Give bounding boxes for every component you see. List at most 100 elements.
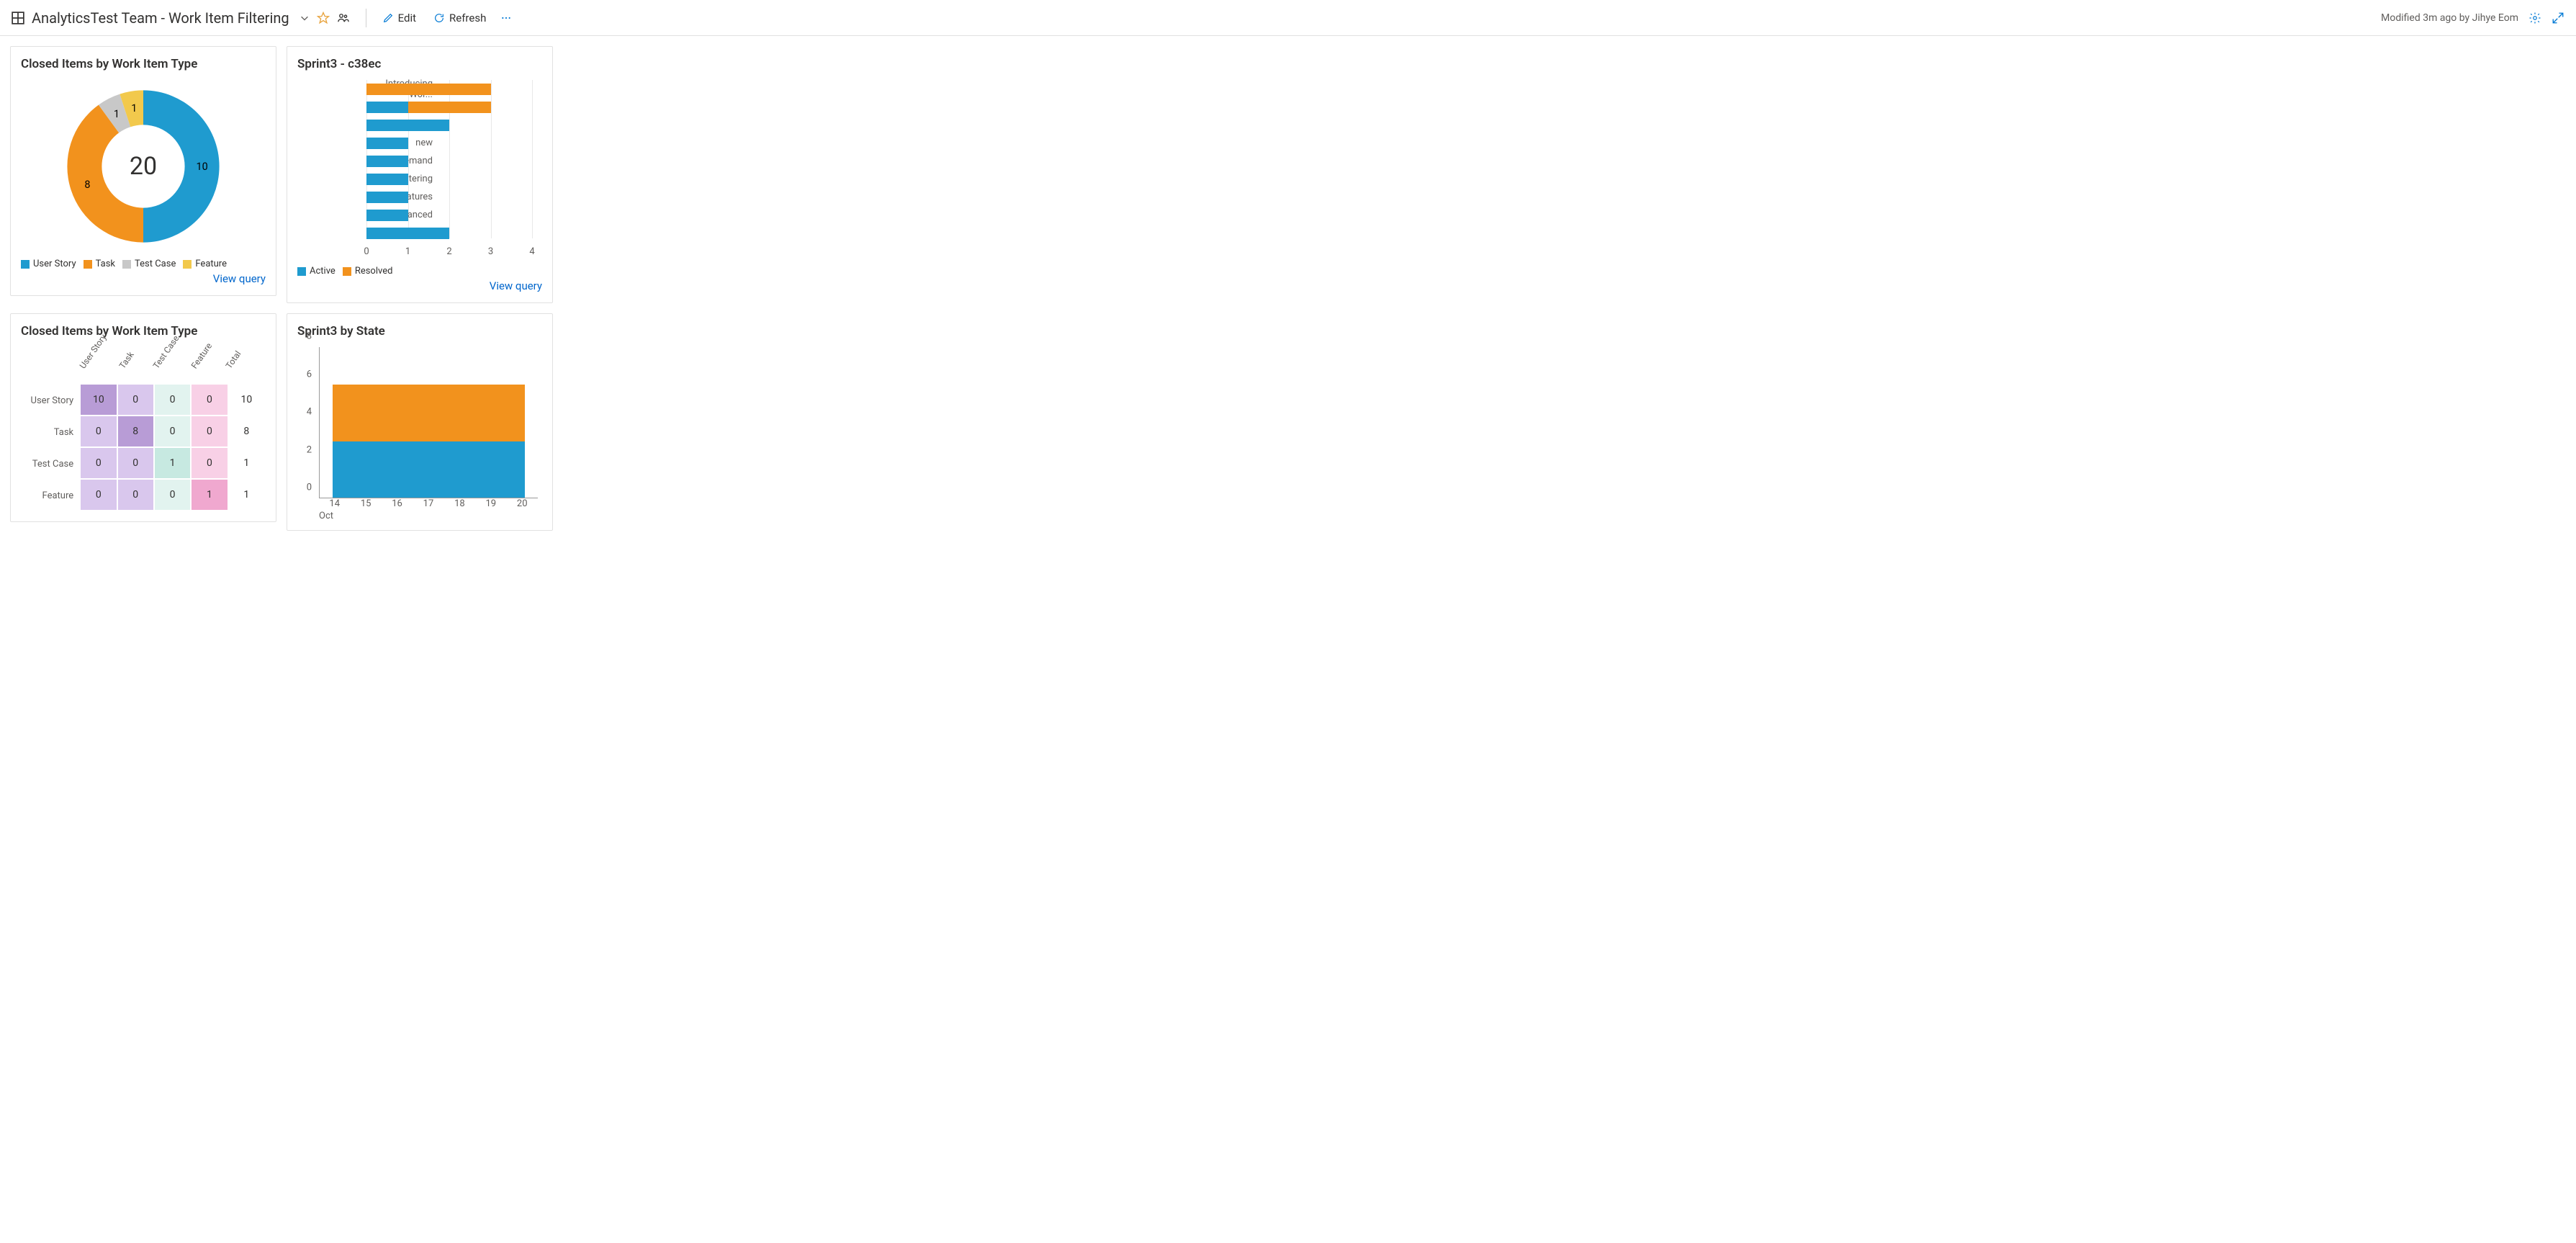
area-xtick: 20 <box>507 498 538 520</box>
hbar-track <box>366 174 542 185</box>
favorite-star-icon[interactable] <box>317 12 330 24</box>
legend-label: Test Case <box>135 259 176 269</box>
table-row: User Story1000010 <box>21 385 266 416</box>
pivot-cell[interactable]: 0 <box>192 448 228 480</box>
pivot-cell[interactable]: 1 <box>155 448 192 480</box>
legend-label: User Story <box>33 259 76 269</box>
hbar-xtick: 4 <box>529 246 534 257</box>
hbar-track <box>366 228 542 239</box>
hbar-segment-resolved[interactable] <box>408 102 491 113</box>
hbar-track <box>366 210 542 221</box>
donut-total: 20 <box>130 152 157 181</box>
hbar-segment-active[interactable] <box>366 156 408 167</box>
edit-icon <box>382 12 394 24</box>
legend-item[interactable]: Active <box>297 266 335 277</box>
pivot-row-label: Feature <box>21 480 81 511</box>
settings-icon[interactable] <box>2528 12 2541 24</box>
pivot-cell[interactable]: 0 <box>155 416 192 448</box>
pivot-cell[interactable]: 0 <box>118 480 155 511</box>
refresh-button[interactable]: Refresh <box>433 12 486 24</box>
edit-button[interactable]: Edit <box>382 12 416 24</box>
pivot-cell[interactable]: 0 <box>155 385 192 416</box>
topbar: AnalyticsTest Team - Work Item Filtering… <box>0 0 2576 36</box>
hbar-segment-active[interactable] <box>366 120 449 131</box>
area-ytick: 8 <box>307 331 312 342</box>
legend-item[interactable]: Feature <box>183 259 227 269</box>
hbar-row: Introducing Wor... <box>366 80 542 98</box>
widget-title: Closed Items by Work Item Type <box>21 57 266 71</box>
more-icon[interactable] <box>500 12 512 24</box>
pivot-cell[interactable]: 0 <box>192 385 228 416</box>
area-ytick: 4 <box>307 407 312 418</box>
hbar-row: features <box>366 188 542 206</box>
area-ytick: 6 <box>307 369 312 380</box>
legend-swatch <box>122 260 131 269</box>
area-ytick: 0 <box>307 483 312 493</box>
page-title: AnalyticsTest Team - Work Item Filtering <box>32 9 289 27</box>
view-query-link[interactable]: View query <box>21 272 266 285</box>
pivot-row-label: User Story <box>21 385 81 416</box>
hbar-segment-resolved[interactable] <box>366 84 491 95</box>
hbar-segment-active[interactable] <box>366 174 408 185</box>
chevron-down-icon[interactable] <box>300 13 310 23</box>
pivot-cell[interactable]: 0 <box>192 416 228 448</box>
hbar-segment-active[interactable] <box>366 138 408 149</box>
widget-closed-items-donut: Closed Items by Work Item Type 10811 20 … <box>10 46 276 296</box>
area-month-label: Oct <box>319 511 333 521</box>
table-row: Task08008 <box>21 416 266 448</box>
pivot-cell[interactable]: 1 <box>229 480 266 511</box>
area-ytick: 2 <box>307 444 312 455</box>
hbar-segment-active[interactable] <box>366 192 408 203</box>
widget-sprint3-bars: Sprint3 - c38ec Introducing Wor...feedba… <box>287 46 553 303</box>
legend-swatch <box>297 267 306 276</box>
pivot-table: User StoryTaskTest CaseFeatureTotalUser … <box>21 350 266 511</box>
hbar-track <box>366 156 542 167</box>
donut-slice-value: 8 <box>84 179 90 191</box>
widget-sprint3-by-state: Sprint3 by State 02468 14151617181920 Oc… <box>287 313 553 531</box>
hbar-segment-active[interactable] <box>366 210 408 221</box>
hbar-track <box>366 102 542 113</box>
topbar-left: AnalyticsTest Team - Work Item Filtering… <box>12 9 512 27</box>
donut-chart[interactable]: 10811 20 <box>57 80 230 253</box>
pivot-cell[interactable]: 10 <box>229 385 266 416</box>
pivot-cell[interactable]: 1 <box>229 448 266 480</box>
donut-slice-value: 10 <box>197 161 208 173</box>
pivot-cell[interactable]: 0 <box>155 480 192 511</box>
area-xtick: 17 <box>413 498 443 520</box>
area-series-active[interactable] <box>333 441 525 498</box>
pivot-cell[interactable]: 8 <box>118 416 155 448</box>
area-series-resolved[interactable] <box>333 385 525 441</box>
hbar-chart[interactable]: Introducing Wor...feedback(blank)newhigh… <box>297 80 542 260</box>
pivot-cell[interactable]: 0 <box>81 480 117 511</box>
dashboard-grid: Closed Items by Work Item Type 10811 20 … <box>0 36 2576 541</box>
hbar-row: new <box>366 134 542 152</box>
hbar-track <box>366 84 542 95</box>
legend-swatch <box>84 260 92 269</box>
pivot-cell[interactable]: 8 <box>229 416 266 448</box>
pivot-cell[interactable]: 0 <box>81 448 117 480</box>
pivot-cell[interactable]: 0 <box>118 385 155 416</box>
area-chart[interactable]: 02468 14151617181920 Oct <box>297 347 542 520</box>
dashboard-grid-icon <box>12 12 24 24</box>
pivot-cell[interactable]: 1 <box>192 480 228 511</box>
hbar-xtick: 0 <box>364 246 369 257</box>
pivot-cell[interactable]: 0 <box>118 448 155 480</box>
fullscreen-icon[interactable] <box>2552 12 2564 24</box>
hbar-segment-active[interactable] <box>366 228 449 239</box>
legend-item[interactable]: Task <box>84 259 115 269</box>
pivot-cell[interactable]: 10 <box>81 385 117 416</box>
modified-text: Modified 3m ago by Jihye Eom <box>2381 12 2518 24</box>
hbar-xtick: 1 <box>405 246 410 257</box>
legend-item[interactable]: User Story <box>21 259 76 269</box>
pivot-cell[interactable]: 0 <box>81 416 117 448</box>
legend-item[interactable]: Test Case <box>122 259 176 269</box>
widget-title: Sprint3 by State <box>297 324 542 338</box>
area-xtick: 15 <box>350 498 381 520</box>
table-row: Feature00011 <box>21 480 266 511</box>
legend-item[interactable]: Resolved <box>343 266 393 277</box>
team-icon[interactable] <box>337 12 350 24</box>
view-query-link[interactable]: View query <box>297 279 542 292</box>
topbar-right: Modified 3m ago by Jihye Eom <box>2381 12 2564 24</box>
hbar-segment-active[interactable] <box>366 102 408 113</box>
donut-slice-value: 1 <box>131 102 137 115</box>
